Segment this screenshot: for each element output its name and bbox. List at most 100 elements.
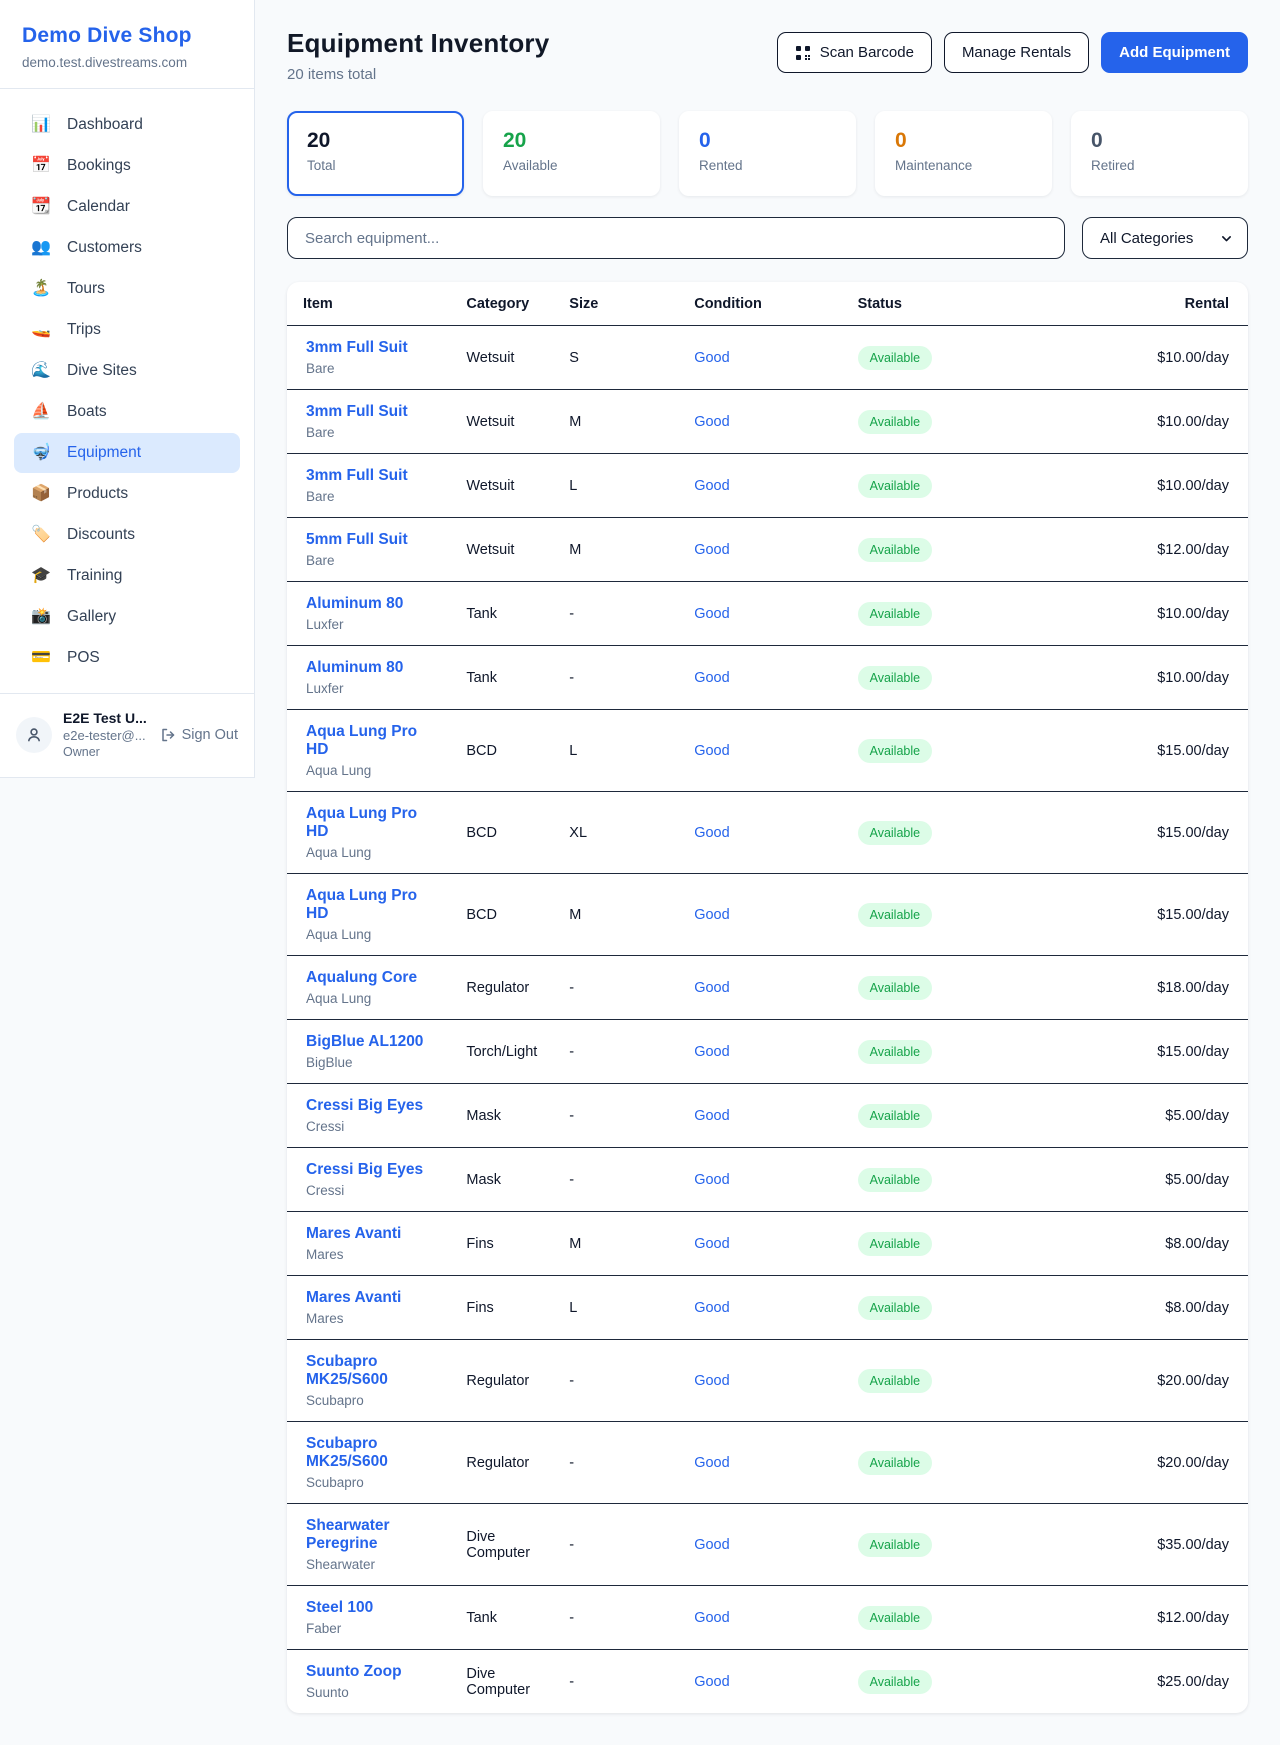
item-name-link[interactable]: Aqua Lung Pro HD: [306, 805, 434, 841]
sign-out-button[interactable]: Sign Out: [160, 727, 238, 743]
stat-card[interactable]: 20 Available: [483, 111, 660, 196]
sidebar-item[interactable]: 📸 Gallery: [14, 597, 240, 637]
item-cell: Cressi Big Eyes Cressi: [287, 1148, 450, 1212]
sidebar-item-icon: 📸: [30, 609, 52, 625]
stat-label: Rented: [699, 158, 836, 173]
stat-card[interactable]: 0 Retired: [1071, 111, 1248, 196]
status-cell: Available: [842, 1148, 1133, 1212]
condition-link[interactable]: Good: [694, 1172, 729, 1188]
status-cell: Available: [842, 454, 1133, 518]
condition-link[interactable]: Good: [694, 825, 729, 841]
condition-link[interactable]: Good: [694, 414, 729, 430]
item-name-link[interactable]: Mares Avanti: [306, 1225, 434, 1243]
item-name-link[interactable]: Steel 100: [306, 1599, 434, 1617]
manage-rentals-button[interactable]: Manage Rentals: [944, 32, 1089, 73]
item-cell: Mares Avanti Mares: [287, 1212, 450, 1276]
category-select[interactable]: All Categories: [1082, 217, 1248, 259]
status-badge: Available: [858, 538, 933, 562]
item-name-link[interactable]: Aqualung Core: [306, 969, 434, 987]
item-name-link[interactable]: Shearwater Peregrine: [306, 1517, 434, 1553]
condition-cell: Good: [678, 956, 841, 1020]
table-row: 3mm Full Suit Bare Wetsuit S Good Availa…: [287, 326, 1248, 390]
condition-link[interactable]: Good: [694, 1300, 729, 1316]
condition-link[interactable]: Good: [694, 1108, 729, 1124]
item-brand: Shearwater: [306, 1557, 434, 1572]
sidebar-item[interactable]: 📆 Calendar: [14, 187, 240, 227]
condition-link[interactable]: Good: [694, 542, 729, 558]
rental-cell: $10.00/day: [1133, 646, 1248, 710]
sidebar-item[interactable]: 📦 Products: [14, 474, 240, 514]
item-brand: Aqua Lung: [306, 763, 434, 778]
condition-link[interactable]: Good: [694, 350, 729, 366]
sidebar-item-icon: 🎓: [30, 568, 52, 584]
stat-card[interactable]: 0 Rented: [679, 111, 856, 196]
table-row: Aluminum 80 Luxfer Tank - Good Available: [287, 582, 1248, 646]
item-name-link[interactable]: Aqua Lung Pro HD: [306, 723, 434, 759]
sidebar-item[interactable]: 👥 Customers: [14, 228, 240, 268]
sidebar-item[interactable]: 🤿 Equipment: [14, 433, 240, 473]
rental-cell: $35.00/day: [1133, 1504, 1248, 1586]
search-input[interactable]: [287, 217, 1065, 259]
condition-link[interactable]: Good: [694, 478, 729, 494]
table-row: Aqualung Core Aqua Lung Regulator - Good…: [287, 956, 1248, 1020]
item-name-link[interactable]: Scubapro MK25/S600: [306, 1435, 434, 1471]
item-name-link[interactable]: 3mm Full Suit: [306, 403, 434, 421]
condition-link[interactable]: Good: [694, 1373, 729, 1389]
sidebar-item[interactable]: 🏝️ Tours: [14, 269, 240, 309]
condition-link[interactable]: Good: [694, 1537, 729, 1553]
category-cell: Dive Computer: [450, 1650, 553, 1714]
item-name-link[interactable]: Aluminum 80: [306, 595, 434, 613]
status-badge: Available: [858, 410, 933, 434]
size-cell: -: [553, 582, 678, 646]
condition-link[interactable]: Good: [694, 670, 729, 686]
item-name-link[interactable]: Cressi Big Eyes: [306, 1097, 434, 1115]
item-name-link[interactable]: Mares Avanti: [306, 1289, 434, 1307]
condition-link[interactable]: Good: [694, 1610, 729, 1626]
size-cell: M: [553, 1212, 678, 1276]
item-name-link[interactable]: Aluminum 80: [306, 659, 434, 677]
item-name-link[interactable]: 3mm Full Suit: [306, 467, 434, 485]
size-cell: M: [553, 874, 678, 956]
condition-link[interactable]: Good: [694, 1044, 729, 1060]
item-brand: Aqua Lung: [306, 845, 434, 860]
status-cell: Available: [842, 1422, 1133, 1504]
sidebar-item[interactable]: 💳 POS: [14, 638, 240, 678]
sidebar-item[interactable]: 🌊 Dive Sites: [14, 351, 240, 391]
item-name-link[interactable]: Suunto Zoop: [306, 1663, 434, 1681]
status-badge: Available: [858, 1296, 933, 1320]
size-cell: -: [553, 1504, 678, 1586]
sidebar-item[interactable]: ⛵ Boats: [14, 392, 240, 432]
condition-link[interactable]: Good: [694, 1674, 729, 1690]
sidebar-item[interactable]: 📅 Bookings: [14, 146, 240, 186]
item-name-link[interactable]: BigBlue AL1200: [306, 1033, 434, 1051]
condition-link[interactable]: Good: [694, 1455, 729, 1471]
size-cell: M: [553, 390, 678, 454]
sidebar-item[interactable]: 🎓 Training: [14, 556, 240, 596]
stat-card[interactable]: 0 Maintenance: [875, 111, 1052, 196]
item-name-link[interactable]: Aqua Lung Pro HD: [306, 887, 434, 923]
sidebar: Demo Dive Shop demo.test.divestreams.com…: [0, 0, 255, 778]
sidebar-item[interactable]: 📊 Dashboard: [14, 105, 240, 145]
condition-link[interactable]: Good: [694, 980, 729, 996]
scan-barcode-button[interactable]: Scan Barcode: [777, 32, 932, 73]
sidebar-item[interactable]: 🏷️ Discounts: [14, 515, 240, 555]
add-equipment-button[interactable]: Add Equipment: [1101, 32, 1248, 73]
table-body: 3mm Full Suit Bare Wetsuit S Good Availa…: [287, 326, 1248, 1714]
condition-link[interactable]: Good: [694, 606, 729, 622]
item-name-link[interactable]: 3mm Full Suit: [306, 339, 434, 357]
sidebar-item[interactable]: 🚤 Trips: [14, 310, 240, 350]
item-name-link[interactable]: Cressi Big Eyes: [306, 1161, 434, 1179]
item-name-link[interactable]: 5mm Full Suit: [306, 531, 434, 549]
item-cell: Aluminum 80 Luxfer: [287, 646, 450, 710]
column-header: Size: [553, 282, 678, 326]
table-row: BigBlue AL1200 BigBlue Torch/Light - Goo…: [287, 1020, 1248, 1084]
brand-name[interactable]: Demo Dive Shop: [22, 24, 232, 48]
sidebar-item-label: Dashboard: [67, 116, 143, 134]
item-brand: BigBlue: [306, 1055, 434, 1070]
condition-link[interactable]: Good: [694, 1236, 729, 1252]
condition-link[interactable]: Good: [694, 743, 729, 759]
category-cell: Torch/Light: [450, 1020, 553, 1084]
stat-card[interactable]: 20 Total: [287, 111, 464, 196]
condition-link[interactable]: Good: [694, 907, 729, 923]
item-name-link[interactable]: Scubapro MK25/S600: [306, 1353, 434, 1389]
